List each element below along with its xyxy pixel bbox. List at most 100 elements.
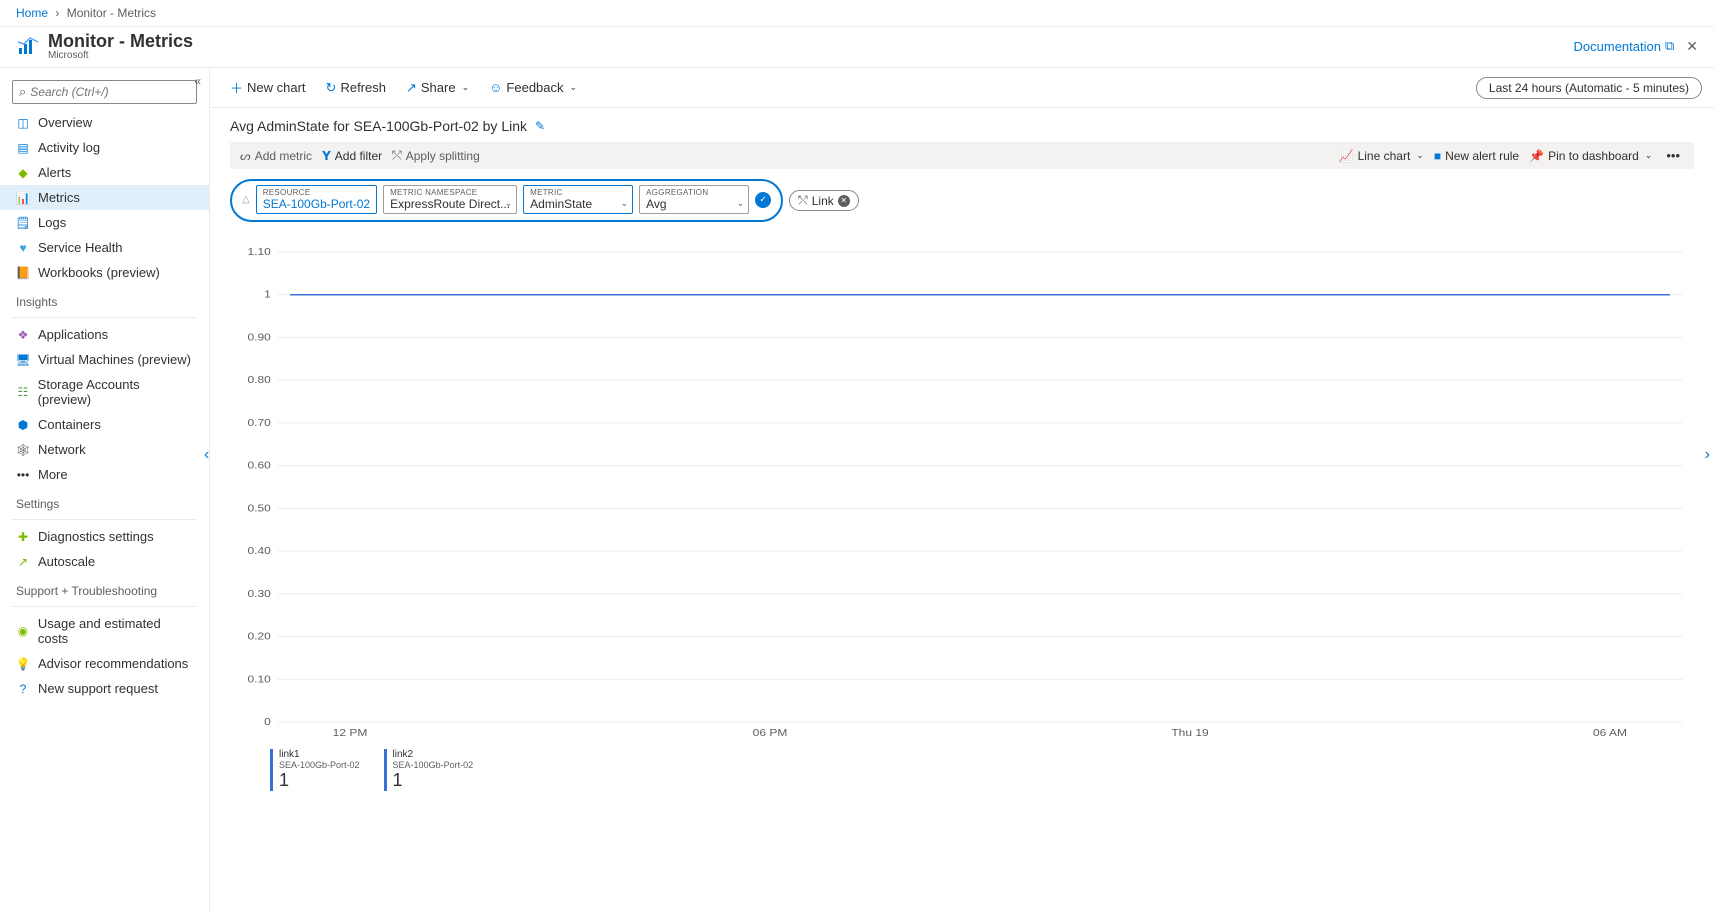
nav-more[interactable]: •••More bbox=[0, 462, 209, 487]
namespace-selector[interactable]: METRIC NAMESPACE ExpressRoute Direct... … bbox=[383, 185, 517, 214]
filter-icon: 𝗬 bbox=[322, 149, 331, 163]
nav-activity-log[interactable]: ▤Activity log bbox=[0, 135, 209, 160]
svg-text:0: 0 bbox=[264, 717, 271, 728]
remove-chip-icon[interactable]: ✕ bbox=[838, 195, 850, 207]
more-icon: ••• bbox=[1666, 148, 1680, 163]
feedback-button[interactable]: ☺Feedback⌄ bbox=[481, 76, 585, 99]
nav-logs[interactable]: 🗒Logs bbox=[0, 210, 209, 235]
check-badge-icon: ✓ bbox=[755, 192, 771, 208]
chevron-down-icon: ⌄ bbox=[570, 82, 578, 93]
applications-icon: ❖ bbox=[16, 328, 30, 342]
chevron-down-icon: ⌄ bbox=[1416, 150, 1424, 161]
more-icon: ••• bbox=[16, 468, 30, 482]
next-chart-arrow[interactable]: › bbox=[1705, 446, 1710, 464]
aggregation-selector[interactable]: AGGREGATION Avg ⌄ bbox=[639, 185, 749, 214]
split-icon: ⤲ bbox=[392, 148, 402, 163]
svg-text:1.10: 1.10 bbox=[247, 247, 270, 258]
chart-type-selector[interactable]: 📈Line chart⌄ bbox=[1339, 149, 1424, 163]
support-icon: ? bbox=[16, 682, 30, 696]
svg-text:0.30: 0.30 bbox=[247, 589, 270, 600]
network-icon: 🕸 bbox=[16, 443, 30, 457]
search-icon: ⌕ bbox=[19, 84, 26, 100]
sidebar-search[interactable]: ⌕ bbox=[12, 80, 197, 104]
diagnostics-icon: ✚ bbox=[16, 530, 30, 544]
metric-icon: ᔕ bbox=[240, 149, 251, 163]
page-header: Monitor - Metrics Microsoft Documentatio… bbox=[0, 27, 1714, 68]
service-health-icon: ♥ bbox=[16, 241, 30, 255]
nav-metrics[interactable]: 📊Metrics bbox=[0, 185, 209, 210]
svg-text:0.20: 0.20 bbox=[247, 631, 270, 642]
link-filter-chip[interactable]: ⤲ Link ✕ bbox=[789, 190, 859, 211]
chevron-down-icon: ⌄ bbox=[462, 82, 470, 93]
refresh-button[interactable]: ↻Refresh bbox=[318, 76, 394, 100]
workbooks-icon: 📙 bbox=[16, 266, 30, 280]
warning-icon: △ bbox=[242, 194, 250, 205]
breadcrumb-home[interactable]: Home bbox=[16, 6, 48, 20]
feedback-icon: ☺ bbox=[489, 80, 502, 95]
chevron-down-icon: ⌄ bbox=[737, 198, 745, 209]
chart-area: 1.1010.900.800.700.600.500.400.300.200.1… bbox=[230, 242, 1694, 745]
search-input[interactable] bbox=[30, 85, 190, 99]
svg-text:0.60: 0.60 bbox=[247, 460, 270, 471]
storage-icon: ☷ bbox=[16, 385, 30, 399]
share-button[interactable]: ↗Share⌄ bbox=[398, 76, 477, 100]
nav-storage-accounts[interactable]: ☷Storage Accounts (preview) bbox=[0, 372, 209, 412]
nav-usage-costs[interactable]: ◉Usage and estimated costs bbox=[0, 611, 209, 651]
nav-new-support[interactable]: ?New support request bbox=[0, 676, 209, 701]
chevron-down-icon: ⌄ bbox=[621, 198, 629, 209]
nav-autoscale[interactable]: ↗Autoscale bbox=[0, 549, 209, 574]
new-alert-button[interactable]: ■New alert rule bbox=[1434, 149, 1519, 163]
nav-network[interactable]: 🕸Network bbox=[0, 437, 209, 462]
alerts-icon: ◆ bbox=[16, 166, 30, 180]
metric-selector[interactable]: METRIC AdminState ⌄ bbox=[523, 185, 633, 214]
page-title: Monitor - Metrics bbox=[48, 31, 193, 52]
more-options-button[interactable]: ••• bbox=[1662, 148, 1684, 163]
documentation-link[interactable]: Documentation ⧉ bbox=[1574, 38, 1675, 54]
nav-section-insights: Insights bbox=[0, 285, 209, 313]
nav-diagnostics[interactable]: ✚Diagnostics settings bbox=[0, 524, 209, 549]
chart-title: Avg AdminState for SEA-100Gb-Port-02 by … bbox=[230, 118, 527, 134]
monitor-logo-icon bbox=[16, 34, 40, 58]
nav-containers[interactable]: ⬢Containers bbox=[0, 412, 209, 437]
legend-item[interactable]: link1SEA-100Gb-Port-021 bbox=[270, 749, 360, 791]
apply-splitting-button[interactable]: ⤲Apply splitting bbox=[392, 148, 480, 163]
svg-text:0.50: 0.50 bbox=[247, 503, 270, 514]
plus-icon: ＋ bbox=[230, 78, 243, 97]
collapse-sidebar-icon[interactable]: « bbox=[194, 74, 201, 88]
chevron-down-icon: ⌄ bbox=[1645, 150, 1653, 161]
autoscale-icon: ↗ bbox=[16, 555, 30, 569]
external-link-icon: ⧉ bbox=[1665, 38, 1674, 54]
svg-text:0.10: 0.10 bbox=[247, 674, 270, 685]
new-chart-button[interactable]: ＋New chart bbox=[222, 74, 314, 101]
close-icon[interactable]: ✕ bbox=[1686, 38, 1698, 55]
svg-text:0.90: 0.90 bbox=[247, 332, 270, 343]
overview-icon: ◫ bbox=[16, 116, 30, 130]
add-metric-button[interactable]: ᔕAdd metric bbox=[240, 149, 312, 163]
sidebar: « ⌕ ◫Overview ▤Activity log ◆Alerts 📊Met… bbox=[0, 68, 210, 913]
svg-text:0.40: 0.40 bbox=[247, 546, 270, 557]
chevron-down-icon: ⌄ bbox=[505, 198, 513, 209]
pin-dashboard-button[interactable]: 📌Pin to dashboard⌄ bbox=[1529, 149, 1652, 163]
nav-advisor[interactable]: 💡Advisor recommendations bbox=[0, 651, 209, 676]
edit-title-icon[interactable]: ✎ bbox=[535, 119, 545, 133]
share-icon: ↗ bbox=[406, 80, 417, 96]
resource-selector[interactable]: RESOURCE SEA-100Gb-Port-02 bbox=[256, 185, 377, 214]
add-filter-button[interactable]: 𝗬Add filter bbox=[322, 149, 382, 163]
svg-text:06 AM: 06 AM bbox=[1593, 728, 1627, 739]
nav-applications[interactable]: ❖Applications bbox=[0, 322, 209, 347]
logs-icon: 🗒 bbox=[16, 216, 30, 230]
nav-service-health[interactable]: ♥Service Health bbox=[0, 235, 209, 260]
svg-text:06 PM: 06 PM bbox=[753, 728, 788, 739]
metrics-icon: 📊 bbox=[16, 191, 30, 205]
legend-item[interactable]: link2SEA-100Gb-Port-021 bbox=[384, 749, 474, 791]
nav-overview[interactable]: ◫Overview bbox=[0, 110, 209, 135]
time-range-selector[interactable]: Last 24 hours (Automatic - 5 minutes) bbox=[1476, 77, 1702, 99]
nav-virtual-machines[interactable]: 🖥Virtual Machines (preview) bbox=[0, 347, 209, 372]
nav-workbooks[interactable]: 📙Workbooks (preview) bbox=[0, 260, 209, 285]
line-chart-icon: 📈 bbox=[1339, 149, 1354, 163]
pin-icon: 📌 bbox=[1529, 149, 1544, 163]
nav-alerts[interactable]: ◆Alerts bbox=[0, 160, 209, 185]
prev-chart-arrow[interactable]: ‹ bbox=[204, 446, 209, 464]
breadcrumb-current: Monitor - Metrics bbox=[67, 6, 156, 20]
toolbar: ＋New chart ↻Refresh ↗Share⌄ ☺Feedback⌄ L… bbox=[210, 68, 1714, 108]
